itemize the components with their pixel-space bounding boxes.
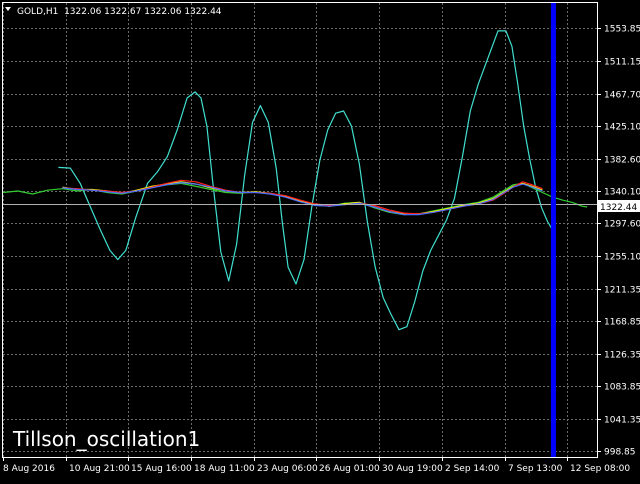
symbol-info: GOLD,H1 1322.06 1322.67 1322.06 1322.44 — [17, 7, 222, 17]
x-tick-label: 30 Aug 19:00 — [382, 464, 443, 474]
y-tick-label: 1255.10 — [604, 253, 640, 263]
current-price-label: 1322.44 — [600, 203, 637, 213]
x-tick-label: 15 Aug 16:00 — [131, 464, 192, 474]
y-tick-label: 1126.35 — [604, 351, 640, 361]
y-tick-label: 1041.35 — [604, 416, 640, 426]
y-tick-label: 998.85 — [604, 448, 636, 458]
x-tick-label: 10 Aug 21:00 — [69, 464, 130, 474]
x-tick-label: 2 Sep 14:00 — [445, 464, 500, 474]
y-tick-label: 1382.60 — [604, 156, 640, 166]
y-tick-label: 1211.35 — [604, 286, 640, 296]
y-tick-label: 1511.15 — [604, 58, 640, 68]
y-tick-label: 1425.10 — [604, 123, 640, 133]
chart-window[interactable]: 1553.85 1511.15 1467.70 1425.10 1382.60 1340.… — [0, 0, 640, 480]
x-tick-label: 7 Sep 13:00 — [508, 464, 563, 474]
y-tick-label: 1168.85 — [604, 318, 640, 328]
y-tick-label: 1553.85 — [604, 25, 640, 35]
x-tick-label: 8 Aug 2016 — [3, 464, 55, 474]
y-tick-label: 1340.10 — [604, 188, 640, 198]
price-chart[interactable]: 1553.85 1511.15 1467.70 1425.10 1382.60 1340.… — [0, 0, 640, 480]
x-tick-label: 23 Aug 06:00 — [257, 464, 318, 474]
y-tick-label: 1467.70 — [604, 91, 640, 101]
chart-header[interactable]: GOLD,H1 1322.06 1322.67 1322.06 1322.44 — [5, 7, 222, 17]
x-tick-label: 26 Aug 01:00 — [319, 464, 380, 474]
chart-background — [0, 0, 640, 480]
x-tick-label: 12 Sep 08:00 — [570, 464, 630, 474]
current-price-tag: 1322.44 — [598, 200, 640, 213]
y-tick-label: 1297.60 — [604, 220, 640, 230]
indicator-watermark: Tillson_oscillation1 — [12, 427, 200, 451]
y-tick-label: 1083.85 — [604, 383, 640, 393]
x-tick-label: 18 Aug 11:00 — [194, 464, 255, 474]
